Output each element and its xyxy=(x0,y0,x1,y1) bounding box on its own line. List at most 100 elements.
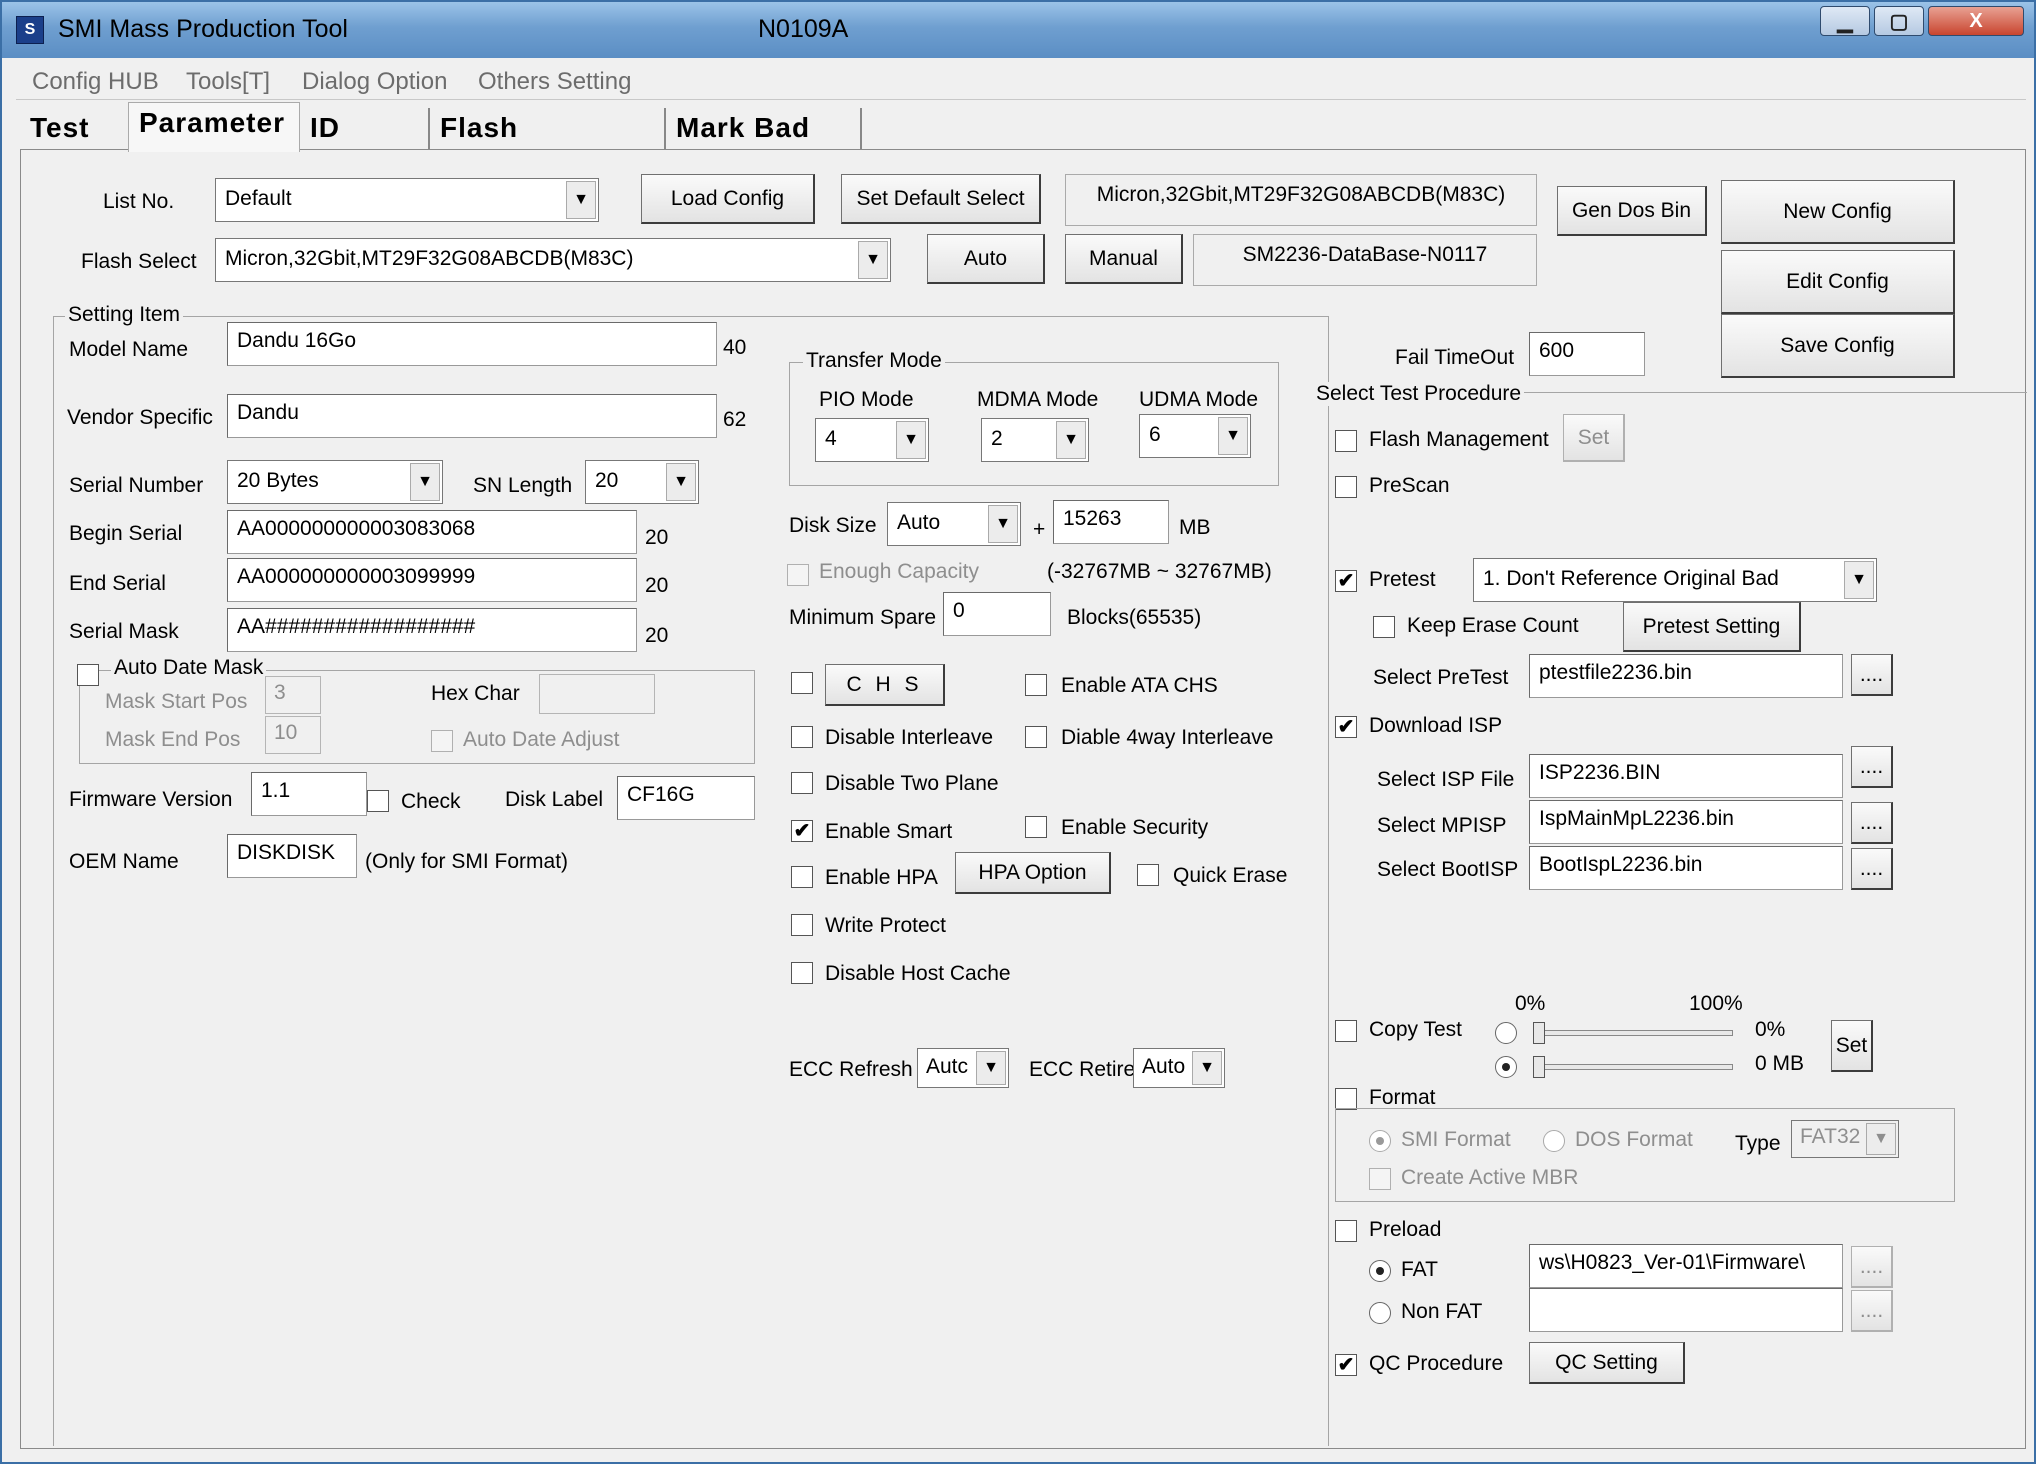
hex-char-input[interactable] xyxy=(539,674,655,714)
quick-erase-checkbox[interactable] xyxy=(1137,864,1159,886)
enable-hpa-checkbox[interactable] xyxy=(791,866,813,888)
disk-mb-input[interactable]: 15263 xyxy=(1053,500,1169,544)
copy-test-percent-radio[interactable] xyxy=(1495,1022,1517,1044)
save-config-button[interactable]: Save Config xyxy=(1721,314,1955,378)
serial-number-select[interactable]: 20 Bytes ▼ xyxy=(227,460,443,504)
manual-button[interactable]: Manual xyxy=(1065,234,1183,284)
non-fat-browse-button[interactable]: .... xyxy=(1851,1290,1893,1332)
copy-test-mb-radio[interactable] xyxy=(1495,1056,1517,1078)
disable-two-plane-checkbox[interactable] xyxy=(791,772,813,794)
disable-interleave-checkbox[interactable] xyxy=(791,726,813,748)
menu-config-hub[interactable]: Config HUB xyxy=(32,68,159,96)
flash-select[interactable]: Micron,32Gbit,MT29F32G08ABCDB(M83C) ▼ xyxy=(215,238,891,282)
tab-test[interactable]: Test xyxy=(20,108,130,150)
non-fat-path-input[interactable] xyxy=(1529,1288,1843,1332)
minimize-button[interactable]: ▁ xyxy=(1820,6,1870,36)
model-name-input[interactable]: Dandu 16Go xyxy=(227,322,717,366)
dos-format-radio[interactable] xyxy=(1543,1130,1565,1152)
ecc-refresh-select[interactable]: Autc ▼ xyxy=(917,1048,1009,1088)
fat-path-input[interactable]: ws\H0823_Ver-01\Firmware\ xyxy=(1529,1244,1843,1288)
minimum-spare-input[interactable]: 0 xyxy=(943,592,1051,636)
load-config-button[interactable]: Load Config xyxy=(641,174,815,224)
mdma-mode-select[interactable]: 2 ▼ xyxy=(981,418,1089,462)
select-mpisp-input[interactable]: IspMainMpL2236.bin xyxy=(1529,800,1843,844)
chs-button[interactable]: C H S xyxy=(825,664,945,706)
tab-flash-diagnosis[interactable]: Flash Diagnosis xyxy=(430,108,666,175)
create-active-mbr-checkbox[interactable] xyxy=(1369,1168,1391,1190)
diable-4way-interleave-checkbox[interactable] xyxy=(1025,726,1047,748)
select-isp-file-input[interactable]: ISP2236.BIN xyxy=(1529,754,1843,798)
oem-name-input[interactable]: DISKDISK xyxy=(227,834,357,878)
copy-test-checkbox[interactable] xyxy=(1335,1020,1357,1042)
firmware-version-input[interactable]: 1.1 xyxy=(251,772,367,816)
pretest-checkbox[interactable]: ✔ xyxy=(1335,570,1357,592)
select-bootisp-label: Select BootISP xyxy=(1377,858,1519,881)
enable-security-checkbox[interactable] xyxy=(1025,816,1047,838)
copy-percent-slider[interactable] xyxy=(1537,1030,1733,1036)
copy-percent-slider-thumb[interactable] xyxy=(1533,1022,1545,1044)
chs-checkbox[interactable] xyxy=(791,672,813,694)
type-select[interactable]: FAT32 ▼ xyxy=(1791,1120,1899,1158)
mask-start-input[interactable]: 3 xyxy=(265,676,321,714)
download-isp-checkbox[interactable]: ✔ xyxy=(1335,716,1357,738)
fail-timeout-input[interactable]: 600 xyxy=(1529,332,1645,376)
smi-format-radio[interactable] xyxy=(1369,1130,1391,1152)
enable-ata-chs-checkbox[interactable] xyxy=(1025,674,1047,696)
qc-setting-button[interactable]: QC Setting xyxy=(1529,1342,1685,1384)
auto-button[interactable]: Auto xyxy=(927,234,1045,284)
ecc-retire-select[interactable]: Auto ▼ xyxy=(1133,1048,1225,1088)
menu-dialog-option[interactable]: Dialog Option xyxy=(302,68,447,96)
format-checkbox[interactable] xyxy=(1335,1088,1357,1110)
pretest-select[interactable]: 1. Don't Reference Original Bad ▼ xyxy=(1473,558,1877,602)
sn-length-select[interactable]: 20 ▼ xyxy=(585,460,699,504)
close-button[interactable]: X xyxy=(1928,6,2024,36)
vendor-specific-input[interactable]: Dandu xyxy=(227,394,717,438)
set-default-select-button[interactable]: Set Default Select xyxy=(841,174,1041,224)
keep-erase-count-checkbox[interactable] xyxy=(1373,616,1395,638)
copy-test-set-button[interactable]: Set xyxy=(1831,1020,1873,1072)
list-no-select[interactable]: Default ▼ xyxy=(215,178,599,222)
select-bootisp-input[interactable]: BootIspL2236.bin xyxy=(1529,846,1843,890)
flash-management-checkbox[interactable] xyxy=(1335,430,1357,452)
select-mpisp-browse-button[interactable]: .... xyxy=(1851,802,1893,844)
hpa-option-button[interactable]: HPA Option xyxy=(955,852,1111,894)
serial-mask-input[interactable]: AA################## xyxy=(227,608,637,652)
select-bootisp-browse-button[interactable]: .... xyxy=(1851,848,1893,890)
prescan-checkbox[interactable] xyxy=(1335,476,1357,498)
disk-size-select[interactable]: Auto ▼ xyxy=(887,502,1021,546)
flash-management-set-button[interactable]: Set xyxy=(1563,414,1625,462)
gen-dos-bin-button[interactable]: Gen Dos Bin xyxy=(1557,186,1707,236)
copy-mb-slider[interactable] xyxy=(1537,1064,1733,1070)
maximize-button[interactable]: ▢ xyxy=(1874,6,1924,36)
end-serial-input[interactable]: AA000000000003099999 xyxy=(227,558,637,602)
select-pretest-input[interactable]: ptestfile2236.bin xyxy=(1529,654,1843,698)
select-isp-file-browse-button[interactable]: .... xyxy=(1851,746,1893,788)
mask-end-input[interactable]: 10 xyxy=(265,716,321,754)
qc-procedure-checkbox[interactable]: ✔ xyxy=(1335,1354,1357,1376)
check-checkbox[interactable] xyxy=(367,790,389,812)
pretest-setting-button[interactable]: Pretest Setting xyxy=(1623,602,1801,652)
fat-browse-button[interactable]: .... xyxy=(1851,1246,1893,1288)
auto-date-adjust-checkbox[interactable] xyxy=(431,730,453,752)
pio-mode-select[interactable]: 4 ▼ xyxy=(815,418,929,462)
copy-mb-slider-thumb[interactable] xyxy=(1533,1056,1545,1078)
begin-serial-input[interactable]: AA000000000003083068 xyxy=(227,510,637,554)
tab-mark-bad-info[interactable]: Mark Bad Info xyxy=(666,108,862,175)
non-fat-radio[interactable] xyxy=(1369,1302,1391,1324)
write-protect-checkbox[interactable] xyxy=(791,914,813,936)
disk-label-input[interactable]: CF16G xyxy=(617,776,755,820)
preload-checkbox[interactable] xyxy=(1335,1220,1357,1242)
enough-capacity-checkbox[interactable] xyxy=(787,564,809,586)
enable-smart-checkbox[interactable]: ✔ xyxy=(791,820,813,842)
auto-date-mask-checkbox[interactable] xyxy=(77,664,99,686)
fat-radio[interactable] xyxy=(1369,1260,1391,1282)
menu-tools[interactable]: Tools[T] xyxy=(186,68,270,96)
tab-id-table[interactable]: ID Table xyxy=(300,108,430,175)
menu-others-setting[interactable]: Others Setting xyxy=(478,68,631,96)
new-config-button[interactable]: New Config xyxy=(1721,180,1955,244)
disable-host-cache-checkbox[interactable] xyxy=(791,962,813,984)
select-pretest-browse-button[interactable]: .... xyxy=(1851,654,1893,696)
edit-config-button[interactable]: Edit Config xyxy=(1721,250,1955,314)
tab-parameter[interactable]: Parameter xyxy=(128,102,300,152)
udma-mode-select[interactable]: 6 ▼ xyxy=(1139,414,1251,458)
